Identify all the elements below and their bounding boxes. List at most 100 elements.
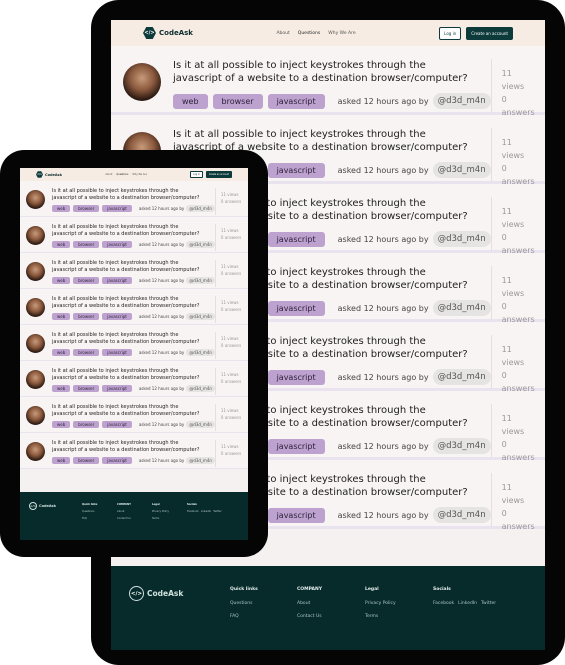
question-card[interactable]: Is it at all possible to inject keystrok… [111, 46, 545, 117]
footer-link-privacy[interactable]: Privacy Policy [152, 510, 169, 513]
login-button[interactable]: Log in [190, 171, 203, 178]
tag-web[interactable]: web [173, 93, 208, 109]
question-card[interactable]: Is it at all possible to inject keystrok… [20, 325, 248, 361]
footer-link-faq[interactable]: FAQ [230, 614, 258, 619]
tag-browser[interactable]: browser [73, 349, 100, 356]
avatar[interactable] [26, 262, 45, 281]
footer-link-linkedin[interactable]: LinkedIn [201, 510, 211, 513]
author-link[interactable]: @d3d_m4n [186, 421, 215, 428]
tag-javascript[interactable]: javascript [102, 241, 132, 248]
tag-javascript[interactable]: javascript [102, 349, 132, 356]
avatar[interactable] [123, 63, 161, 101]
tag-web[interactable]: web [52, 421, 71, 428]
author-link[interactable]: @d3d_m4n [186, 277, 215, 284]
author-link[interactable]: @d3d_m4n [432, 231, 491, 247]
author-link[interactable]: @d3d_m4n [186, 241, 215, 248]
nav-about[interactable]: About [105, 173, 112, 176]
avatar[interactable] [26, 298, 45, 317]
tag-web[interactable]: web [52, 313, 71, 320]
nav-about[interactable]: About [276, 31, 289, 36]
tag-javascript[interactable]: javascript [102, 313, 132, 320]
question-card[interactable]: Is it at all possible to inject keystrok… [20, 397, 248, 433]
author-link[interactable]: @d3d_m4n [186, 205, 215, 212]
tag-web[interactable]: web [52, 457, 71, 464]
avatar[interactable] [26, 370, 45, 389]
footer-link-contact[interactable]: Contact Us [297, 614, 322, 619]
avatar[interactable] [26, 226, 45, 245]
tag-browser[interactable]: browser [73, 385, 100, 392]
tag-browser[interactable]: browser [73, 277, 100, 284]
question-card[interactable]: Is it at all possible to inject keystrok… [20, 433, 248, 469]
footer-link-about[interactable]: About [117, 510, 131, 513]
author-link[interactable]: @d3d_m4n [432, 507, 491, 523]
footer-link-terms[interactable]: Terms [365, 614, 396, 619]
question-title[interactable]: Is it at all possible to inject keystrok… [52, 332, 202, 345]
tag-browser[interactable]: browser [73, 241, 100, 248]
tag-javascript[interactable]: javascript [102, 205, 132, 212]
footer-link-questions[interactable]: Questions [230, 601, 258, 606]
question-card[interactable]: Is it at all possible to inject keystrok… [20, 181, 248, 217]
tag-javascript[interactable]: javascript [102, 457, 132, 464]
author-link[interactable]: @d3d_m4n [186, 457, 215, 464]
question-card[interactable]: Is it at all possible to inject keystrok… [20, 361, 248, 397]
create-account-button[interactable]: Create an account [466, 26, 513, 40]
question-title[interactable]: Is it at all possible to inject keystrok… [52, 368, 202, 381]
author-link[interactable]: @d3d_m4n [432, 162, 491, 178]
nav-questions[interactable]: Questions [298, 31, 320, 36]
create-account-button[interactable]: Create an account [205, 171, 232, 178]
login-button[interactable]: Log in [439, 26, 462, 40]
tag-javascript[interactable]: javascript [267, 300, 325, 316]
footer-link-terms[interactable]: Terms [152, 517, 169, 520]
nav-why[interactable]: Why We Are [328, 31, 355, 36]
footer-link-twitter[interactable]: Twitter [481, 601, 496, 606]
avatar[interactable] [26, 406, 45, 425]
brand-logo[interactable]: </> CodeAsk [143, 27, 193, 40]
tag-javascript[interactable]: javascript [267, 231, 325, 247]
tag-web[interactable]: web [52, 349, 71, 356]
author-link[interactable]: @d3d_m4n [432, 300, 491, 316]
tag-browser[interactable]: browser [73, 421, 100, 428]
brand-logo[interactable]: </> CodeAsk [36, 171, 62, 178]
avatar[interactable] [26, 442, 45, 461]
question-title[interactable]: Is it at all possible to inject keystrok… [52, 440, 202, 453]
tag-javascript[interactable]: javascript [267, 93, 325, 109]
question-title[interactable]: Is it at all possible to inject keystrok… [52, 188, 202, 201]
question-title[interactable]: Is it at all possible to inject keystrok… [52, 404, 202, 417]
footer-link-contact[interactable]: Contact Us [117, 517, 131, 520]
question-title[interactable]: Is it at all possible to inject keystrok… [52, 224, 202, 237]
question-title[interactable]: Is it at all possible to inject keystrok… [173, 59, 473, 85]
nav-questions[interactable]: Questions [116, 173, 128, 176]
footer-link-privacy[interactable]: Privacy Policy [365, 601, 396, 606]
tag-web[interactable]: web [52, 241, 71, 248]
question-card[interactable]: Is it at all possible to inject keystrok… [20, 289, 248, 325]
avatar[interactable] [26, 334, 45, 353]
tag-javascript[interactable]: javascript [267, 162, 325, 178]
footer-link-twitter[interactable]: Twitter [213, 510, 221, 513]
footer-link-questions[interactable]: Questions [82, 510, 97, 513]
tag-browser[interactable]: browser [73, 205, 100, 212]
tag-javascript[interactable]: javascript [102, 385, 132, 392]
footer-link-facebook[interactable]: Facebook [433, 601, 454, 606]
tag-javascript[interactable]: javascript [267, 438, 325, 454]
author-link[interactable]: @d3d_m4n [186, 385, 215, 392]
question-card[interactable]: Is it at all possible to inject keystrok… [20, 253, 248, 289]
tag-browser[interactable]: browser [73, 313, 100, 320]
question-title[interactable]: Is it at all possible to inject keystrok… [52, 260, 202, 273]
tag-web[interactable]: web [52, 277, 71, 284]
author-link[interactable]: @d3d_m4n [432, 438, 491, 454]
footer-link-linkedin[interactable]: LinkedIn [458, 601, 477, 606]
tag-browser[interactable]: browser [73, 457, 100, 464]
footer-link-about[interactable]: About [297, 601, 322, 606]
author-link[interactable]: @d3d_m4n [432, 93, 491, 109]
author-link[interactable]: @d3d_m4n [432, 369, 491, 385]
author-link[interactable]: @d3d_m4n [186, 313, 215, 320]
tag-javascript[interactable]: javascript [267, 369, 325, 385]
question-title[interactable]: Is it at all possible to inject keystrok… [52, 296, 202, 309]
footer-link-facebook[interactable]: Facebook [187, 510, 199, 513]
tag-web[interactable]: web [52, 205, 71, 212]
footer-link-faq[interactable]: FAQ [82, 517, 97, 520]
nav-why[interactable]: Why We Are [132, 173, 147, 176]
question-card[interactable]: Is it at all possible to inject keystrok… [20, 217, 248, 253]
author-link[interactable]: @d3d_m4n [186, 349, 215, 356]
avatar[interactable] [26, 190, 45, 209]
